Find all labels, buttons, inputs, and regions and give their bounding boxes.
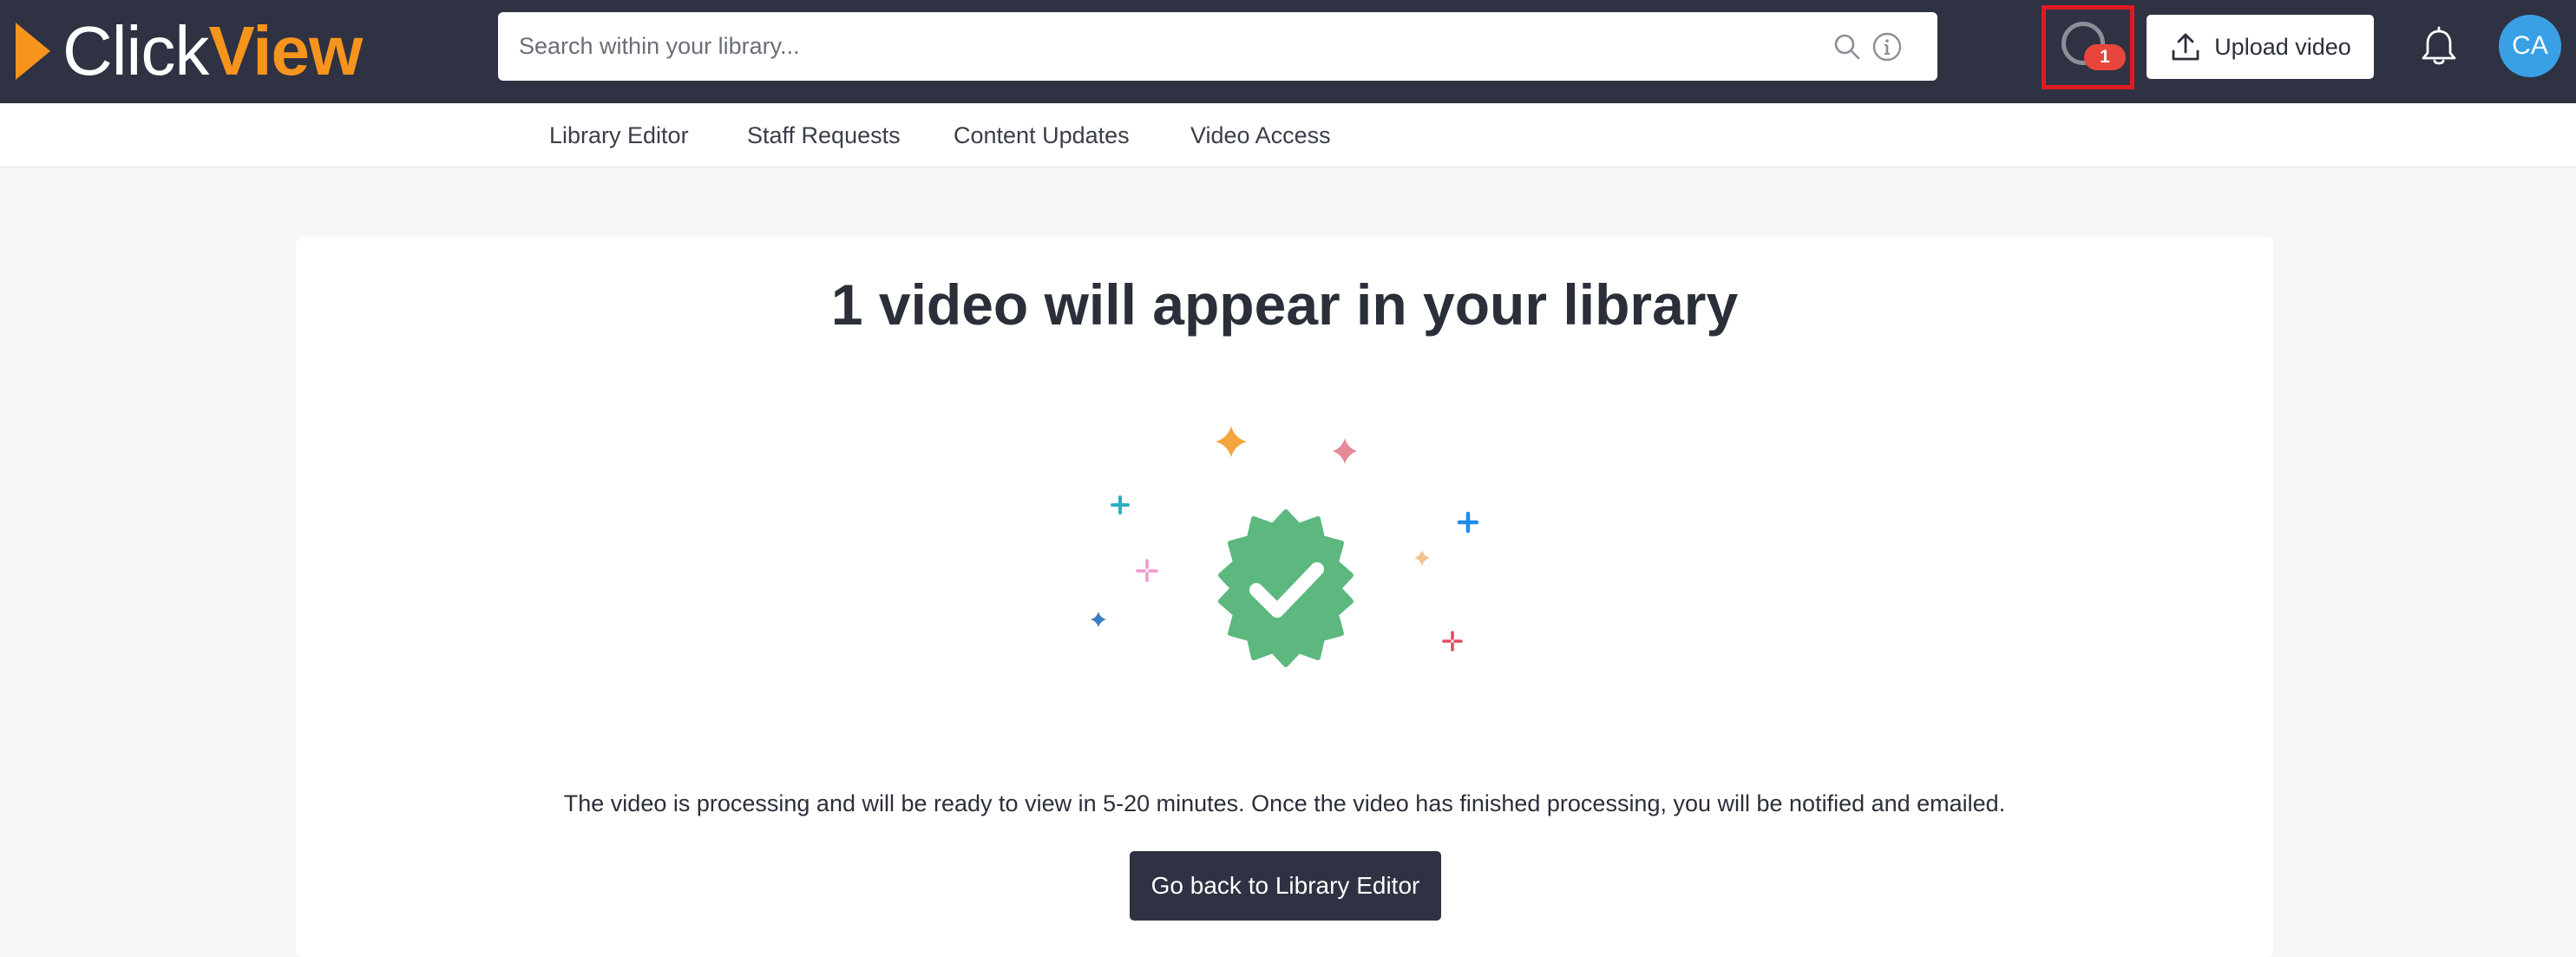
sparkle-pink-icon (1333, 438, 1357, 464)
search-icon[interactable] (1832, 31, 1863, 62)
plus-blue-icon (1457, 511, 1479, 534)
secondary-nav: Library Editor Staff Requests Content Up… (0, 103, 2576, 167)
upload-progress-button[interactable]: 1 (2042, 5, 2134, 89)
upload-video-button[interactable]: Upload video (2147, 15, 2374, 79)
search-bar (498, 12, 1937, 81)
logo-text-click: Click (62, 12, 209, 89)
info-icon[interactable] (1871, 31, 1903, 62)
verified-badge-icon (1218, 509, 1354, 667)
clickview-logo[interactable]: Click View (16, 12, 363, 90)
progress-count-badge: 1 (2084, 44, 2126, 70)
confirmation-card: 1 video will appear in your library The … (296, 237, 2273, 957)
back-to-library-editor-button[interactable]: Go back to Library Editor (1130, 851, 1441, 921)
play-triangle-icon (16, 23, 50, 80)
success-illustration (1091, 426, 1479, 667)
nav-library-editor[interactable]: Library Editor (549, 103, 689, 167)
user-avatar[interactable]: CA (2499, 15, 2561, 77)
sparkle-peach-icon (1414, 550, 1430, 566)
nav-video-access[interactable]: Video Access (1190, 103, 1331, 167)
upload-icon (2172, 33, 2199, 61)
nav-content-updates[interactable]: Content Updates (954, 103, 1130, 167)
upload-video-label: Upload video (2214, 33, 2351, 60)
bell-icon[interactable] (2419, 26, 2459, 68)
sparkle-pink-small-icon (1136, 559, 1158, 582)
nav-staff-requests[interactable]: Staff Requests (747, 103, 901, 167)
top-bar: ClickView 1 Upload video CA (0, 0, 2576, 103)
plus-teal-icon (1111, 495, 1130, 515)
sparkle-orange-icon (1216, 426, 1247, 457)
sparkle-steelblue-icon (1091, 612, 1106, 627)
sparkle-red-icon (1442, 631, 1463, 652)
search-input[interactable] (498, 12, 1799, 81)
logo-text-view: View (208, 12, 363, 89)
processing-message: The video is processing and will be read… (563, 790, 2006, 816)
